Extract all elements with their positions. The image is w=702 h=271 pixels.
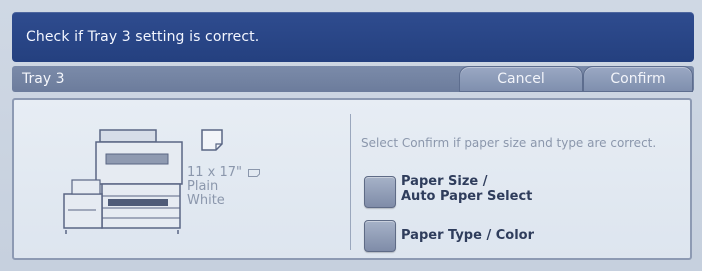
tray-confirmation-screen: Check if Tray 3 setting is correct. Tray… [0,0,702,271]
panel-divider [350,114,351,250]
paper-type-color-label: Paper Type / Color [401,228,535,243]
tray-settings-panel: 11 x 17" Plain White Select Confirm if p… [12,98,692,260]
tray-title: Tray 3 [22,71,65,87]
paper-size-value: 11 x 17" [187,165,243,180]
message-text: Check if Tray 3 setting is correct. [26,29,260,45]
confirm-button[interactable]: Confirm [583,66,693,92]
paper-type-value: Plain [187,179,219,194]
paper-size-label-line1: Paper Size / [401,174,488,189]
paper-color-value: White [187,193,225,208]
paper-sheet-icon [201,129,223,151]
instruction-text: Select Confirm if paper size and type ar… [361,136,657,150]
paper-size-label: Paper Size / Auto Paper Select [401,174,532,204]
cancel-button[interactable]: Cancel [459,66,583,92]
paper-size-button[interactable] [364,176,396,208]
message-bar: Check if Tray 3 setting is correct. [12,12,694,62]
printer-icon [63,129,183,234]
landscape-orientation-icon [248,168,261,177]
paper-info: 11 x 17" Plain White [187,165,261,208]
title-bar: Tray 3 Cancel Confirm [12,66,694,92]
paper-type-color-button[interactable] [364,220,396,252]
paper-size-label-line2: Auto Paper Select [401,189,533,204]
